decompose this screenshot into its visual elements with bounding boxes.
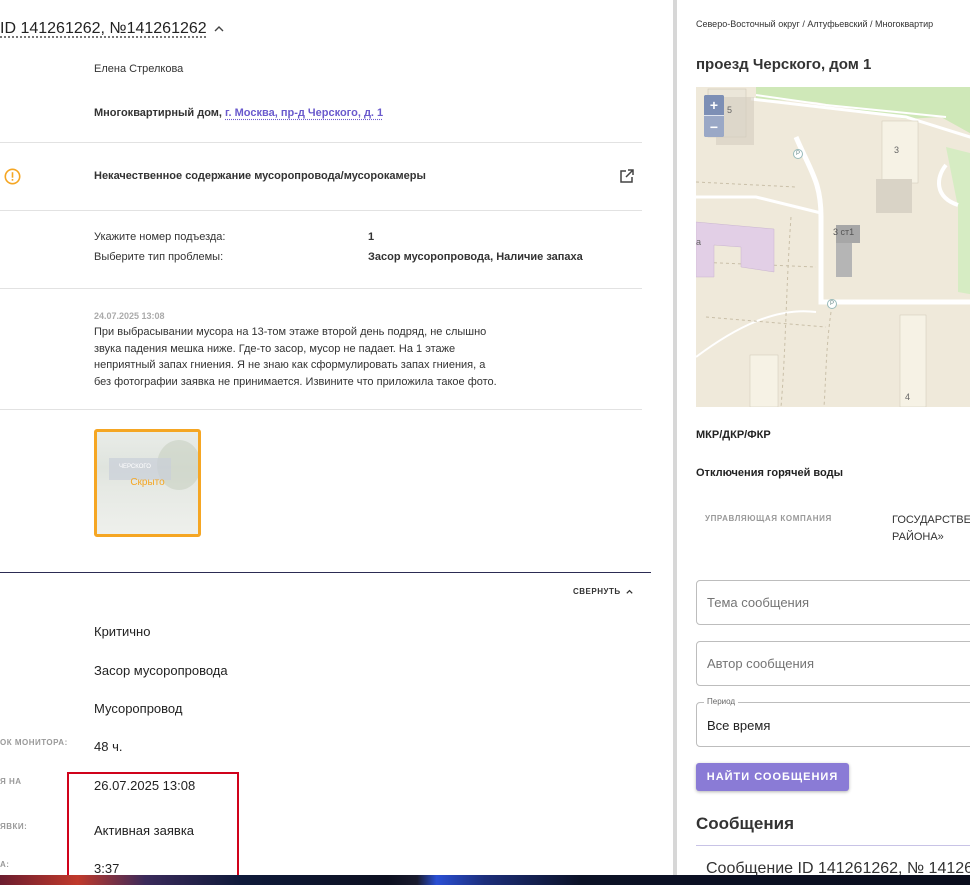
author-name: Елена Стрелкова (94, 63, 184, 75)
map-label: 3 (894, 145, 900, 155)
topic-field[interactable] (696, 580, 970, 625)
divider (0, 142, 642, 143)
request-detail-panel: ID 141261262, №141261262 Елена Стрелкова… (0, 0, 651, 875)
comment-line: без фотографии заявка не принимается. Из… (94, 375, 497, 388)
problem-title: Некачественное содержание мусоропровода/… (94, 170, 426, 182)
breadcrumb: Северо-Восточный округ / Алтуфьевский / … (696, 19, 934, 29)
map-label: 5 (727, 105, 733, 115)
photo-sign-text: ЧЕРСКОГО (119, 464, 151, 470)
detail-label-status: ЯВКИ: (0, 822, 28, 831)
request-title[interactable]: ID 141261262, №141261262 (0, 20, 207, 38)
field-value-entrance: 1 (368, 231, 375, 243)
highlight-box (67, 772, 239, 875)
object-info: Многоквартирный дом, г. Москва, пр-д Чер… (94, 107, 383, 119)
building-info-panel: Северо-Восточный округ / Алтуфьевский / … (677, 0, 970, 875)
map-tiles (696, 87, 970, 407)
detail-value-category: Мусоропровод (94, 701, 183, 716)
mkr-link[interactable]: МКР/ДКР/ФКР (696, 429, 771, 441)
comment-line: При выбрасывании мусора на 13-том этаже … (94, 326, 487, 338)
collapse-label: СВЕРНУТЬ (573, 587, 621, 596)
period-value: Все время (707, 718, 771, 733)
object-type: Многоквартирный дом, (94, 107, 222, 119)
comment-line: звука падения мешка ниже. Где-то засор, … (94, 342, 456, 355)
field-label-problem-type: Выберите тип проблемы: (94, 251, 224, 263)
map-zoom-controls: + − (704, 95, 724, 137)
map-label: 3 ст1 (833, 227, 855, 237)
section-divider (0, 572, 651, 573)
warning-icon (4, 168, 21, 185)
address-title: проезд Черского, дом 1 (696, 56, 872, 73)
comment-date: 24.07.2025 13:08 (94, 311, 165, 321)
hot-water-link[interactable]: Отключения горячей воды (696, 467, 843, 479)
map-view[interactable]: + − 5 3 3 ст1 а 4 P P (696, 87, 970, 407)
detail-label-time: А: (0, 860, 10, 869)
author-input[interactable] (697, 642, 970, 685)
photo-thumbnail[interactable]: ЧЕРСКОГО Скрыто (94, 429, 201, 537)
management-company-label: УПРАВЛЯЮЩАЯ КОМПАНИЯ (705, 514, 832, 523)
taskbar-strip (0, 875, 970, 885)
detail-value-criticality: Критично (94, 624, 151, 639)
divider (0, 288, 642, 289)
object-address-link[interactable]: г. Москва, пр-д Черского, д. 1 (225, 107, 383, 119)
management-company-line: РАЙОНА» (892, 531, 944, 543)
field-value-problem-type: Засор мусоропровода, Наличие запаха (368, 251, 583, 263)
map-label: а (696, 237, 702, 247)
management-company-value: ГОСУДАРСТВЕ РАЙОНА» (892, 512, 970, 546)
comment-text: При выбрасывании мусора на 13-том этаже … (94, 324, 504, 390)
photo-hidden-label: Скрыто (130, 477, 165, 488)
detail-label-date: Я НА (0, 777, 22, 786)
detail-value-monitor-deadline: 48 ч. (94, 739, 123, 754)
messages-heading: Сообщения (696, 814, 794, 833)
request-title-row[interactable]: ID 141261262, №141261262 (0, 20, 225, 38)
divider (0, 210, 642, 211)
zoom-out-button[interactable]: − (704, 116, 724, 137)
management-company-line: ГОСУДАРСТВЕ (892, 514, 970, 526)
topic-input[interactable] (697, 581, 970, 624)
chevron-up-icon (625, 589, 633, 594)
detail-label-monitor-deadline: ОК МОНИТОРА: (0, 738, 68, 747)
comment-line: неприятный запах гниения. Я не знаю как … (94, 359, 486, 371)
divider (0, 409, 642, 410)
parking-icon: P (793, 149, 803, 159)
messages-divider (696, 845, 970, 846)
author-field[interactable] (696, 641, 970, 686)
period-select[interactable]: Период Все время (696, 697, 970, 747)
find-messages-button[interactable]: НАЙТИ СООБЩЕНИЯ (696, 763, 849, 791)
map-label: 4 (905, 392, 911, 402)
period-label: Период (704, 697, 739, 706)
field-label-entrance: Укажите номер подъезда: (94, 231, 226, 243)
chevron-up-icon[interactable] (213, 23, 225, 35)
message-item[interactable]: Сообщение ID 141261262, № 14126 (706, 860, 970, 875)
zoom-in-button[interactable]: + (704, 95, 724, 116)
parking-icon: P (827, 299, 837, 309)
collapse-button[interactable]: СВЕРНУТЬ (573, 587, 634, 596)
open-external-icon[interactable] (619, 168, 635, 184)
detail-value-problem: Засор мусоропровода (94, 663, 228, 678)
